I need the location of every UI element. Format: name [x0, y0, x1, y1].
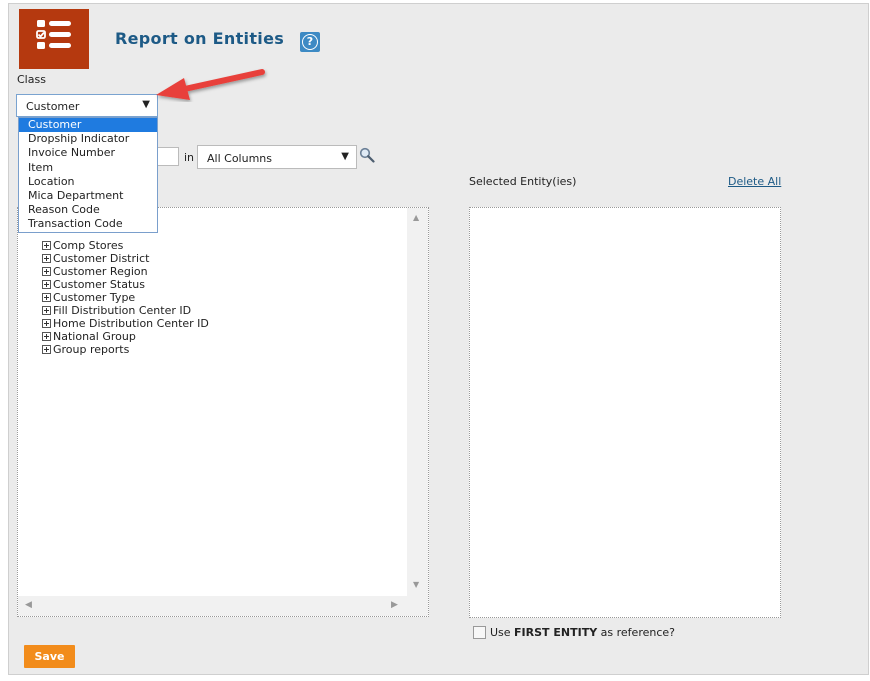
expand-icon[interactable]: [42, 331, 51, 341]
vertical-scrollbar[interactable]: ▲ ▼: [407, 208, 428, 598]
class-option[interactable]: Mica Department: [19, 189, 157, 203]
tree-node-label: Fill Distribution Center ID: [53, 304, 192, 317]
class-option[interactable]: Reason Code: [19, 203, 157, 217]
first-entity-checkbox[interactable]: [473, 625, 486, 639]
tree-node-label: Customer Region: [53, 265, 148, 278]
first-entity-bold: FIRST ENTITY: [514, 626, 598, 639]
class-option[interactable]: Transaction Code: [19, 217, 157, 231]
tree-node-label: Comp Stores: [53, 239, 124, 252]
class-label: Class: [17, 73, 46, 86]
page-title: Report on Entities: [115, 29, 285, 48]
help-button[interactable]: ?: [300, 32, 320, 52]
tree-node[interactable]: Customer District: [42, 252, 149, 265]
expand-icon[interactable]: [42, 344, 51, 354]
class-option[interactable]: Invoice Number: [19, 146, 157, 160]
scroll-up-icon[interactable]: ▲: [413, 213, 419, 222]
expand-icon[interactable]: [42, 318, 51, 328]
expand-icon[interactable]: [42, 305, 51, 315]
tree-node-label: Group reports: [53, 343, 130, 356]
expand-icon[interactable]: [42, 279, 51, 289]
tree-node-label: Home Distribution Center ID: [53, 317, 209, 330]
tree-node-label: Customer Status: [53, 278, 145, 291]
first-entity-suffix: as reference?: [597, 626, 675, 639]
tree-node-label: Customer Type: [53, 291, 136, 304]
help-icon: ?: [302, 34, 318, 50]
first-entity-prefix: Use: [490, 626, 515, 639]
class-option[interactable]: Item: [19, 161, 157, 175]
expand-icon[interactable]: [42, 253, 51, 263]
tree-node[interactable]: Customer Type: [42, 291, 135, 304]
dropdown-arrow-icon: ▼: [142, 99, 150, 110]
class-option[interactable]: Location: [19, 175, 157, 189]
tree-node[interactable]: Group reports: [42, 343, 129, 356]
tree-node[interactable]: Customer Region: [42, 265, 148, 278]
entity-tree[interactable]: ▲ ▼ ◀ ▶ Comp Stores Customer District Cu…: [17, 207, 429, 617]
class-option[interactable]: Customer: [19, 118, 157, 133]
tree-node-label: National Group: [53, 330, 136, 343]
tree-node[interactable]: Home Distribution Center ID: [42, 317, 209, 330]
first-entity-option[interactable]: Use FIRST ENTITY as reference?: [473, 625, 675, 640]
in-label: in: [184, 151, 195, 164]
expand-icon[interactable]: [42, 266, 51, 276]
class-select-value: Customer: [26, 100, 80, 113]
class-select[interactable]: Customer ▼: [16, 94, 158, 117]
class-option[interactable]: Dropship Indicator: [19, 132, 157, 146]
scroll-down-icon[interactable]: ▼: [413, 580, 419, 589]
tree-node[interactable]: Fill Distribution Center ID: [42, 304, 191, 317]
tree-node[interactable]: Customer Status: [42, 278, 145, 291]
horizontal-scrollbar[interactable]: ◀ ▶: [18, 596, 428, 616]
save-button[interactable]: Save: [24, 645, 75, 668]
expand-icon[interactable]: [42, 240, 51, 250]
column-select[interactable]: All Columns ▼: [197, 145, 357, 169]
column-select-value: All Columns: [207, 152, 272, 165]
scroll-left-icon[interactable]: ◀: [25, 600, 32, 610]
expand-icon[interactable]: [42, 292, 51, 302]
tree-node[interactable]: Comp Stores: [42, 239, 123, 252]
scroll-right-icon[interactable]: ▶: [391, 600, 398, 610]
annotation-arrow-icon: [156, 69, 265, 100]
search-input[interactable]: [157, 147, 179, 166]
selected-entities-label: Selected Entity(ies): [469, 175, 577, 188]
app-logo: [19, 9, 89, 69]
tree-node[interactable]: National Group: [42, 330, 136, 343]
tree-node-label: Customer District: [53, 252, 150, 265]
selected-entities-box[interactable]: [469, 207, 781, 618]
class-dropdown-list: Customer Dropship Indicator Invoice Numb…: [18, 117, 158, 233]
magnifier-icon[interactable]: [359, 147, 375, 163]
checklist-icon: [36, 20, 71, 49]
dropdown-arrow-icon: ▼: [341, 151, 349, 162]
delete-all-link[interactable]: Delete All: [728, 175, 781, 188]
